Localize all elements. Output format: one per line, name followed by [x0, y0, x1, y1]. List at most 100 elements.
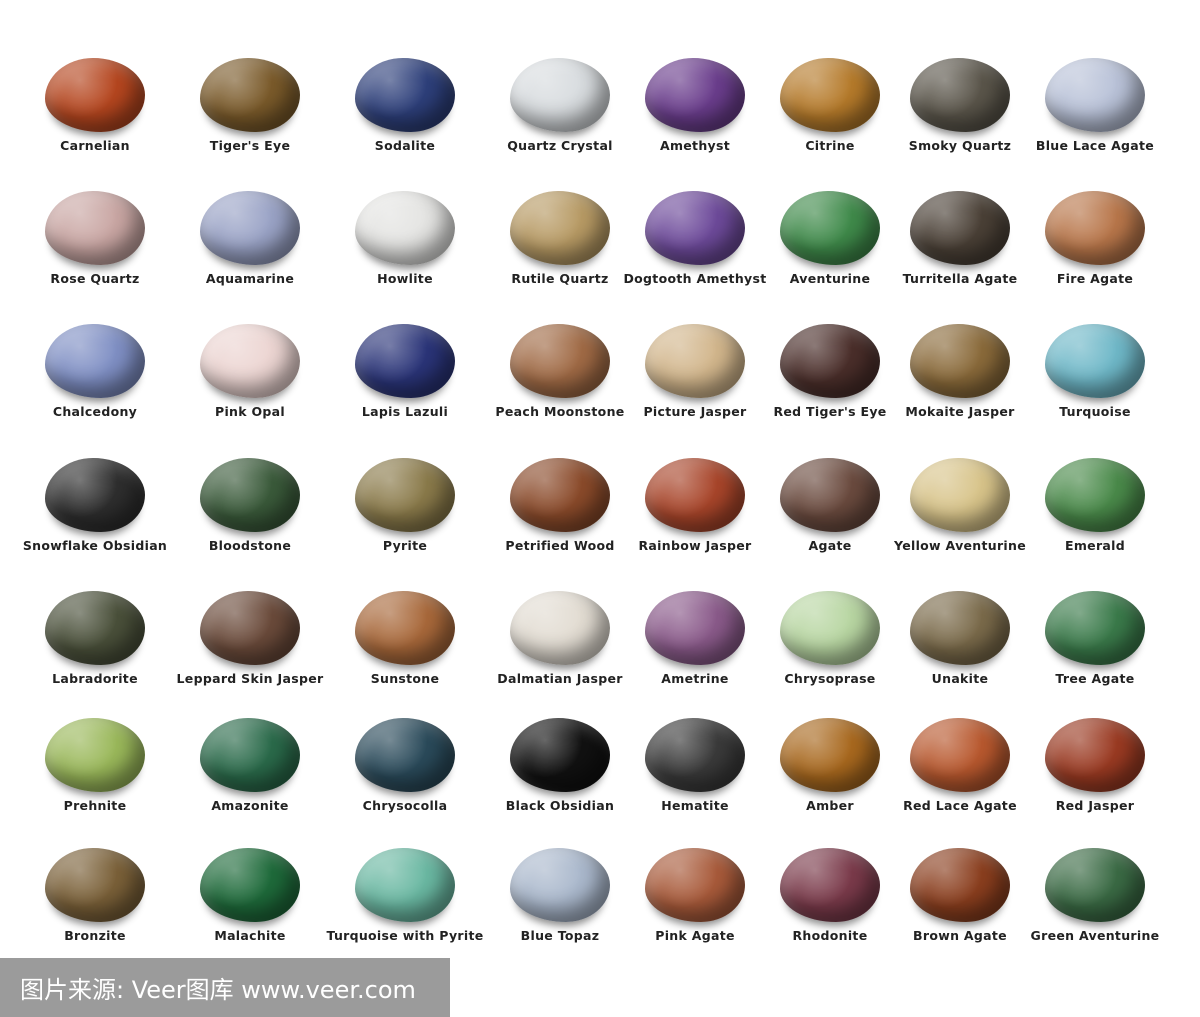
- gemstone-image: [1045, 58, 1145, 132]
- gemstone-image: [510, 458, 610, 532]
- gemstone-image: [355, 718, 455, 792]
- gemstone-label: Aquamarine: [205, 271, 295, 286]
- gemstone-tile: Yellow Aventurine: [885, 452, 1035, 592]
- gemstone-image: [45, 591, 145, 665]
- gemstone-label: Malachite: [214, 928, 286, 943]
- gemstone-image: [910, 591, 1010, 665]
- gemstone-image: [510, 848, 610, 922]
- gemstone-label: Rose Quartz: [50, 271, 140, 286]
- gemstone-image: [45, 848, 145, 922]
- gemstone-tile: Carnelian: [20, 52, 170, 192]
- gemstone-tile: Quartz Crystal: [485, 52, 635, 192]
- gemstone-image: [355, 458, 455, 532]
- gemstone-image: [200, 848, 300, 922]
- gemstone-label: Turquoise with Pyrite: [326, 928, 484, 943]
- gemstone-image: [780, 458, 880, 532]
- gemstone-grid: Carnelian Tiger's Eye Sodalite Quartz Cryst…: [0, 0, 1200, 960]
- gemstone-label: Bronzite: [64, 928, 126, 943]
- gemstone-image: [780, 591, 880, 665]
- gemstone-tile: Mokaite Jasper: [885, 318, 1035, 458]
- gemstone-tile: Turquoise: [1020, 318, 1170, 458]
- gemstone-tile: Dalmatian Jasper: [485, 585, 635, 725]
- gemstone-tile: Sodalite: [330, 52, 480, 192]
- gemstone-tile: Agate: [755, 452, 905, 592]
- gemstone-label: Chrysocolla: [362, 798, 448, 813]
- gemstone-image: [200, 324, 300, 398]
- gemstone-label: Blue Lace Agate: [1035, 138, 1155, 153]
- gemstone-image: [910, 191, 1010, 265]
- gemstone-tile: Blue Lace Agate: [1020, 52, 1170, 192]
- gemstone-tile: Labradorite: [20, 585, 170, 725]
- gemstone-label: Turquoise: [1059, 404, 1131, 419]
- gemstone-label: Emerald: [1065, 538, 1125, 553]
- gemstone-tile: Snowflake Obsidian: [20, 452, 170, 592]
- gemstone-image: [1045, 458, 1145, 532]
- gemstone-label: Lapis Lazuli: [361, 404, 449, 419]
- gemstone-tile: Howlite: [330, 185, 480, 325]
- gemstone-image: [45, 324, 145, 398]
- gemstone-image: [645, 324, 745, 398]
- gemstone-tile: Petrified Wood: [485, 452, 635, 592]
- gemstone-image: [910, 718, 1010, 792]
- gemstone-tile: Aquamarine: [175, 185, 325, 325]
- gemstone-tile: Smoky Quartz: [885, 52, 1035, 192]
- gemstone-tile: Pyrite: [330, 452, 480, 592]
- gemstone-image: [510, 191, 610, 265]
- gemstone-tile: Picture Jasper: [620, 318, 770, 458]
- gemstone-image: [200, 718, 300, 792]
- gemstone-tile: Turritella Agate: [885, 185, 1035, 325]
- gemstone-image: [510, 718, 610, 792]
- gemstone-label: Leppard Skin Jasper: [176, 671, 324, 686]
- gemstone-label: Tiger's Eye: [209, 138, 291, 153]
- gemstone-image: [645, 191, 745, 265]
- watermark-banner: 图片来源: Veer图库 www.veer.com: [0, 958, 450, 1017]
- gemstone-image: [200, 591, 300, 665]
- gemstone-tile: Red Jasper: [1020, 712, 1170, 852]
- gemstone-label: Bloodstone: [208, 538, 292, 553]
- gemstone-tile: Aventurine: [755, 185, 905, 325]
- gemstone-label: Prehnite: [63, 798, 127, 813]
- gemstone-image: [355, 58, 455, 132]
- gemstone-tile: Sunstone: [330, 585, 480, 725]
- gemstone-image: [1045, 848, 1145, 922]
- gemstone-image: [1045, 591, 1145, 665]
- gemstone-image: [1045, 718, 1145, 792]
- gemstone-tile: Rutile Quartz: [485, 185, 635, 325]
- gemstone-image: [910, 458, 1010, 532]
- gemstone-image: [355, 591, 455, 665]
- gemstone-image: [200, 191, 300, 265]
- gemstone-tile: Rainbow Jasper: [620, 452, 770, 592]
- gemstone-image: [200, 58, 300, 132]
- gemstone-image: [910, 324, 1010, 398]
- gemstone-label: Green Aventurine: [1030, 928, 1160, 943]
- gemstone-image: [355, 324, 455, 398]
- gemstone-tile: Green Aventurine: [1020, 842, 1170, 982]
- gemstone-label: Pyrite: [382, 538, 428, 553]
- gemstone-image: [510, 591, 610, 665]
- gemstone-tile: Blue Topaz: [485, 842, 635, 982]
- gemstone-tile: Amber: [755, 712, 905, 852]
- gemstone-tile: Leppard Skin Jasper: [175, 585, 325, 725]
- gemstone-image: [45, 718, 145, 792]
- gemstone-image: [645, 848, 745, 922]
- gemstone-tile: Bloodstone: [175, 452, 325, 592]
- gemstone-tile: Amazonite: [175, 712, 325, 852]
- gemstone-label: Labradorite: [52, 671, 138, 686]
- gemstone-tile: Lapis Lazuli: [330, 318, 480, 458]
- gemstone-tile: Pink Agate: [620, 842, 770, 982]
- gemstone-tile: Prehnite: [20, 712, 170, 852]
- gemstone-label: Amazonite: [211, 798, 289, 813]
- gemstone-tile: Unakite: [885, 585, 1035, 725]
- gemstone-tile: Red Tiger's Eye: [755, 318, 905, 458]
- gemstone-tile: Amethyst: [620, 52, 770, 192]
- gemstone-image: [780, 191, 880, 265]
- gemstone-label: Snowflake Obsidian: [22, 538, 168, 553]
- gemstone-label: Fire Agate: [1056, 271, 1134, 286]
- gemstone-tile: Pink Opal: [175, 318, 325, 458]
- gemstone-tile: Rhodonite: [755, 842, 905, 982]
- gemstone-tile: Black Obsidian: [485, 712, 635, 852]
- gemstone-label: Pink Opal: [214, 404, 285, 419]
- gemstone-image: [910, 848, 1010, 922]
- gemstone-label: Tree Agate: [1055, 671, 1135, 686]
- gemstone-image: [780, 58, 880, 132]
